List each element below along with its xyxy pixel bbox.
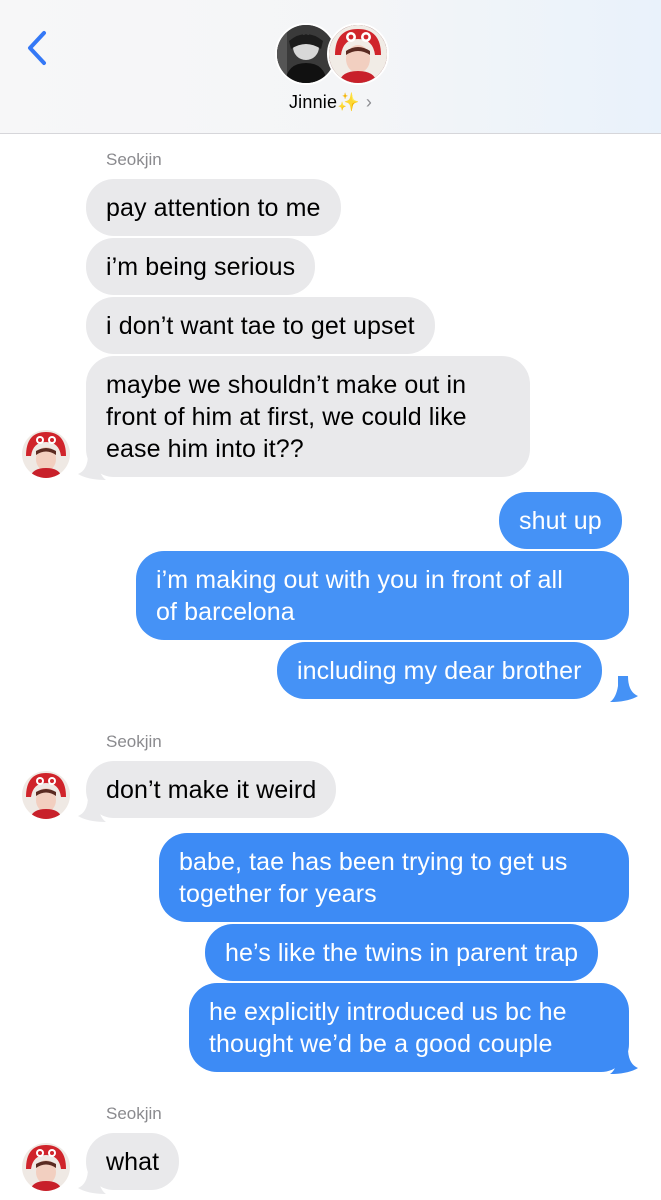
conversation-header: Jinnie✨ › <box>0 0 661 134</box>
outgoing-message[interactable]: he explicitly introduced us bc he though… <box>189 983 629 1072</box>
incoming-bubble-tail <box>78 1168 106 1194</box>
incoming-message[interactable]: maybe we shouldn’t make out in front of … <box>86 356 530 477</box>
outgoing-message[interactable]: babe, tae has been trying to get us toge… <box>159 833 629 922</box>
outgoing-message[interactable]: i’m making out with you in front of all … <box>136 551 629 640</box>
back-button[interactable] <box>22 28 52 68</box>
incoming-message[interactable]: don’t make it weird <box>86 761 337 818</box>
incoming-bubble-tail <box>78 454 106 480</box>
incoming-message[interactable]: pay attention to me <box>86 179 341 236</box>
contact-name-row[interactable]: Jinnie✨ › <box>0 92 661 113</box>
outgoing-message[interactable]: including my dear brother <box>277 642 602 699</box>
incoming-bubble-tail <box>78 796 106 822</box>
chevron-left-icon <box>28 31 46 65</box>
sender-name: Seokjin <box>106 1104 162 1123</box>
chevron-right-icon: › <box>365 92 373 112</box>
outgoing-message[interactable]: he’s like the twins in parent trap <box>205 924 599 981</box>
sender-avatar[interactable] <box>22 430 70 478</box>
contact-name: Jinnie <box>288 92 338 112</box>
outgoing-message[interactable]: shut up <box>499 492 622 549</box>
sparkles-icon: ✨ <box>337 92 360 112</box>
incoming-message[interactable]: i don’t want tae to get upset <box>86 297 435 354</box>
sender-avatar[interactable] <box>22 1143 70 1191</box>
outgoing-bubble-tail <box>610 1048 638 1074</box>
sender-name: Seokjin <box>106 150 162 169</box>
outgoing-bubble-tail <box>610 676 638 702</box>
sender-avatar[interactable] <box>22 771 70 819</box>
incoming-message[interactable]: i’m being serious <box>86 238 316 295</box>
contact-avatar-photo <box>327 23 389 85</box>
contact-avatars[interactable] <box>275 23 390 87</box>
sender-name: Seokjin <box>106 732 162 751</box>
